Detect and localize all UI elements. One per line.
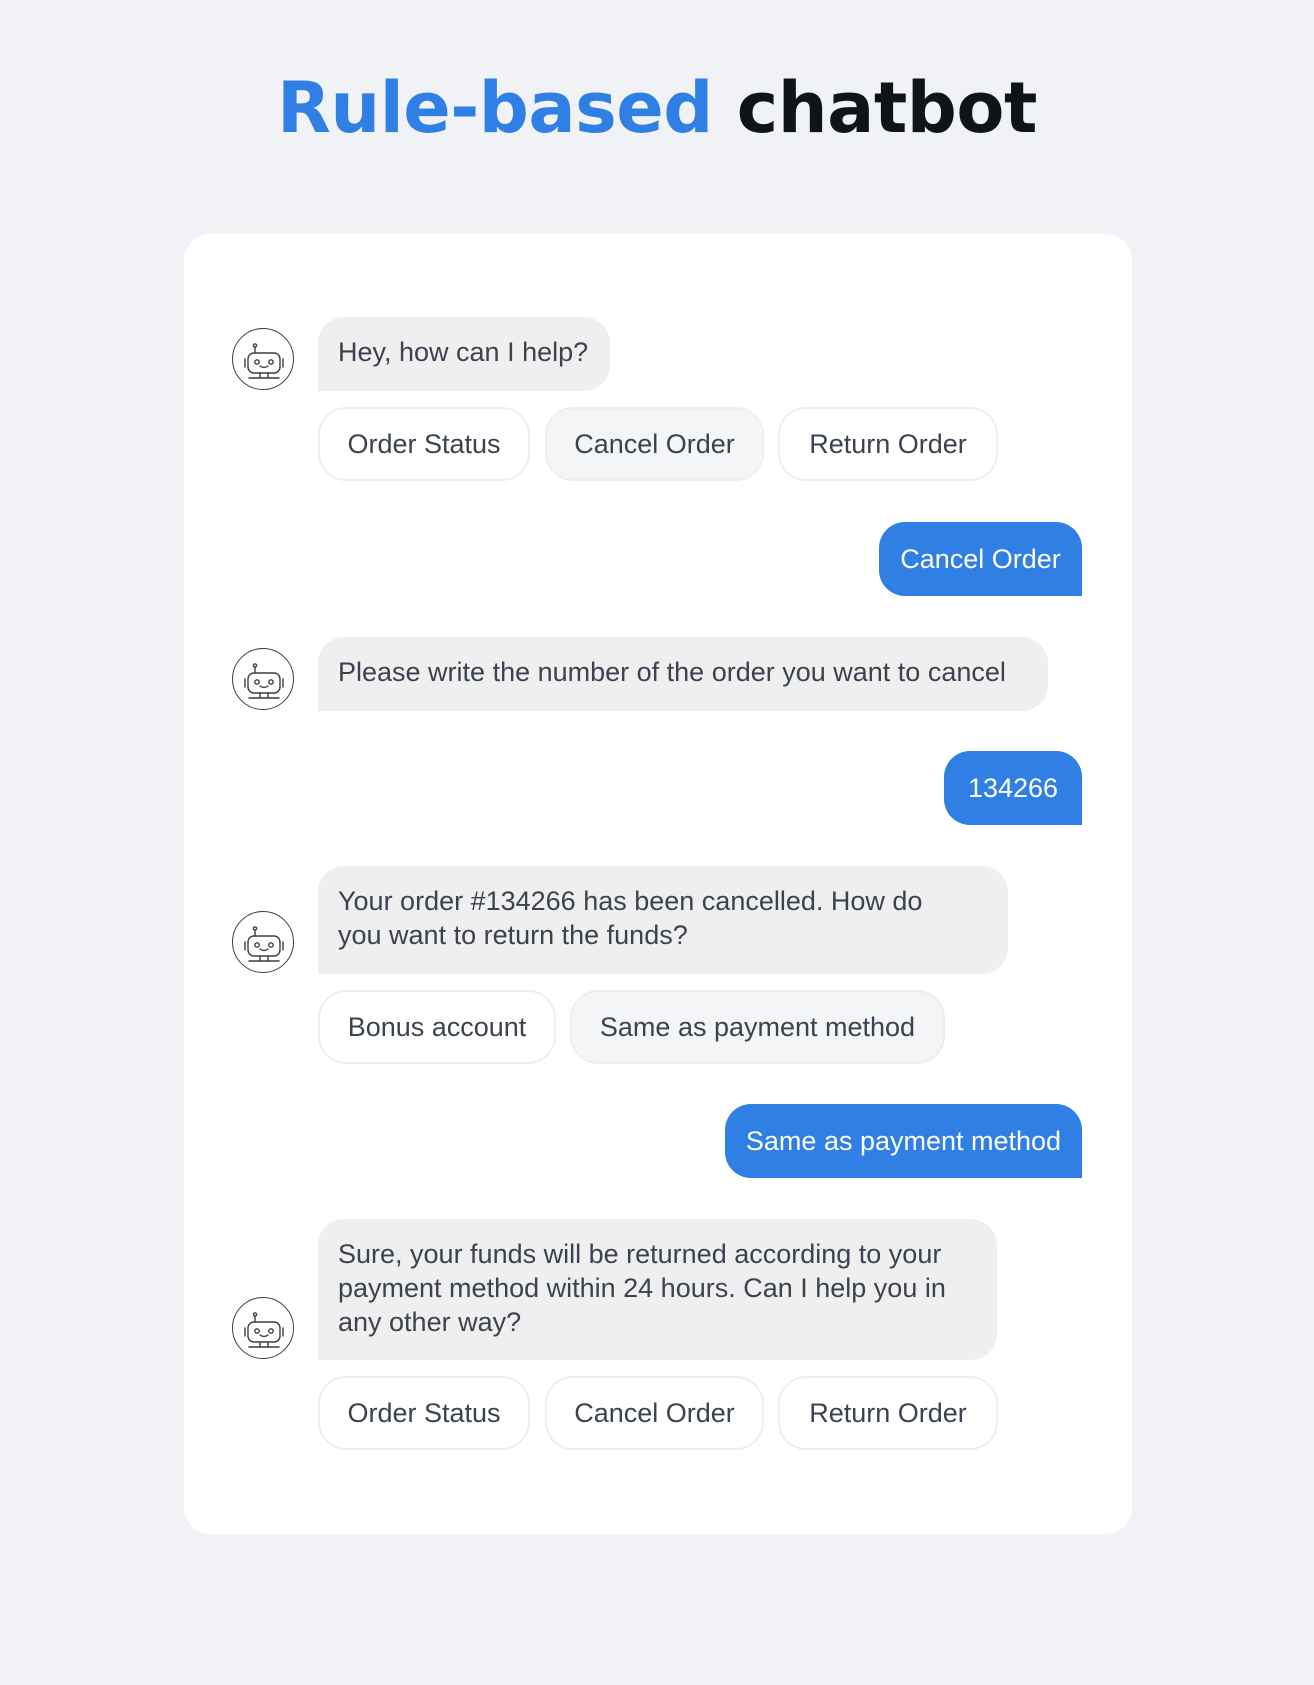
option-same-as-payment-method[interactable]: Same as payment method — [570, 990, 945, 1064]
user-message: 134266 — [944, 751, 1082, 825]
chat-window: Hey, how can I help? Order Status Cancel… — [184, 234, 1132, 1534]
option-order-status[interactable]: Order Status — [318, 407, 530, 481]
robot-icon — [232, 911, 294, 973]
title-rest: chatbot — [736, 67, 1038, 149]
option-cancel-order[interactable]: Cancel Order — [545, 407, 764, 481]
bot-message: Your order #134266 has been cancelled. H… — [318, 866, 1008, 974]
bot-message: Sure, your funds will be returned accord… — [318, 1219, 997, 1360]
user-message: Cancel Order — [879, 522, 1082, 596]
robot-icon — [232, 328, 294, 390]
option-return-order[interactable]: Return Order — [778, 407, 998, 481]
user-message: Same as payment method — [725, 1104, 1082, 1178]
robot-icon — [232, 648, 294, 710]
option-return-order[interactable]: Return Order — [778, 1376, 998, 1450]
robot-icon — [232, 1297, 294, 1359]
option-bonus-account[interactable]: Bonus account — [318, 990, 556, 1064]
page-title: Rule-based chatbot — [0, 63, 1314, 153]
title-highlight: Rule-based — [277, 67, 713, 149]
option-cancel-order[interactable]: Cancel Order — [545, 1376, 764, 1450]
bot-message: Please write the number of the order you… — [318, 637, 1048, 711]
option-order-status[interactable]: Order Status — [318, 1376, 530, 1450]
bot-message: Hey, how can I help? — [318, 317, 610, 391]
